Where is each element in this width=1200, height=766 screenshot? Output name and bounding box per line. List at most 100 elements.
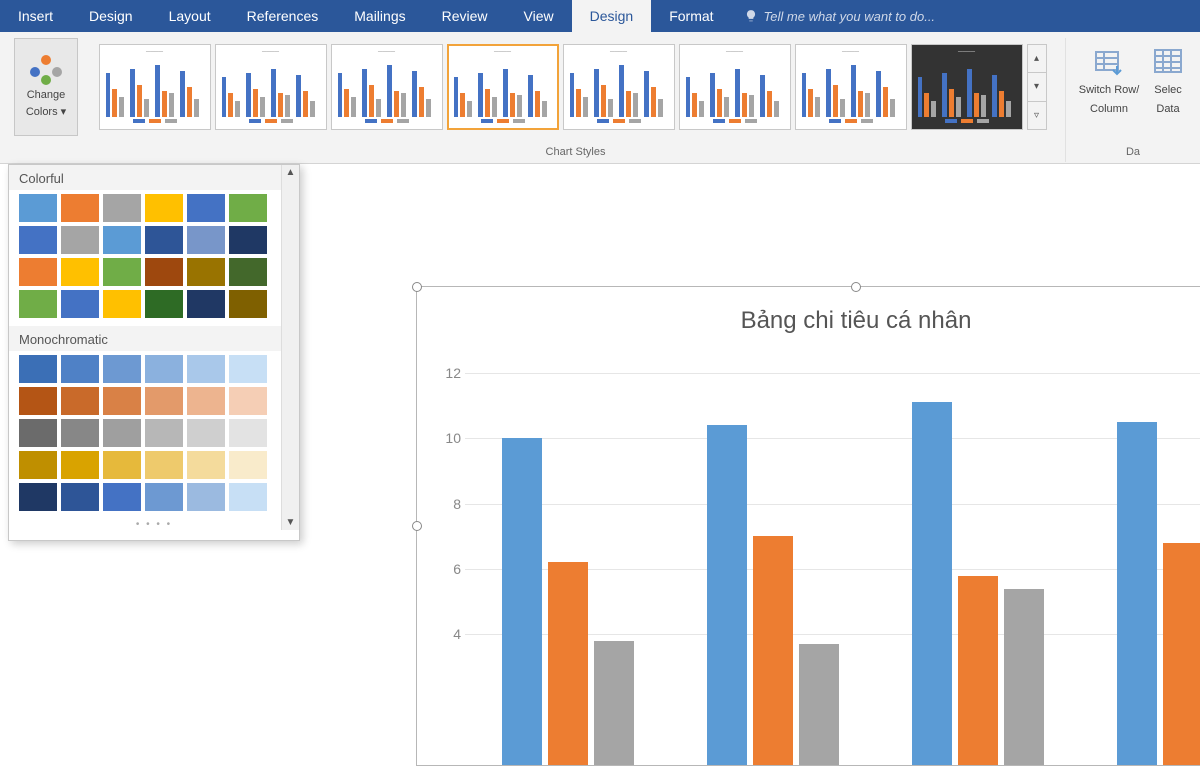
scroll-up-icon[interactable]: ▲ [286,167,296,178]
color-swatch[interactable] [103,258,141,286]
color-swatch[interactable] [187,355,225,383]
color-swatch[interactable] [145,258,183,286]
chart-style-thumb-1[interactable]: ──── [99,44,211,130]
color-swatch[interactable] [19,483,57,511]
chart-style-thumb-7[interactable]: ──── [795,44,907,130]
bar[interactable] [1004,589,1044,765]
color-swatch[interactable] [229,258,267,286]
color-swatch[interactable] [61,290,99,318]
color-swatch[interactable] [229,226,267,254]
color-swatch[interactable] [61,226,99,254]
color-swatch[interactable] [103,451,141,479]
color-swatch[interactable] [187,483,225,511]
bar[interactable] [958,576,998,765]
color-swatch[interactable] [229,290,267,318]
color-swatch[interactable] [145,355,183,383]
color-swatch[interactable] [19,194,57,222]
select-data-button[interactable]: Selec Data [1144,38,1192,136]
color-swatch[interactable] [19,290,57,318]
chart-style-thumb-4[interactable]: ──── [447,44,559,130]
color-swatch[interactable] [187,451,225,479]
select-data-label-2: Data [1156,103,1179,116]
color-swatch[interactable] [145,387,183,415]
color-swatch[interactable] [19,355,57,383]
color-swatch[interactable] [61,387,99,415]
tab-review[interactable]: Review [424,0,506,32]
change-colors-label-1: Change [27,89,66,102]
bar[interactable] [1163,543,1200,765]
tab-chart-design[interactable]: Design [572,0,652,32]
bar[interactable] [1117,422,1157,765]
color-swatch[interactable] [145,419,183,447]
bar[interactable] [753,536,793,765]
color-swatch[interactable] [145,194,183,222]
bar[interactable] [912,402,952,765]
color-swatch[interactable] [103,226,141,254]
color-swatch[interactable] [103,419,141,447]
color-swatch[interactable] [19,258,57,286]
color-swatch[interactable] [103,290,141,318]
color-swatch[interactable] [187,290,225,318]
bar[interactable] [707,425,747,765]
color-swatch[interactable] [187,226,225,254]
chart-style-thumb-3[interactable]: ──── [331,44,443,130]
color-swatch[interactable] [19,387,57,415]
color-swatch[interactable] [61,483,99,511]
tab-insert[interactable]: Insert [0,0,71,32]
color-swatch[interactable] [103,194,141,222]
chart-title[interactable]: Bảng chi tiêu cá nhân [417,307,1200,335]
color-swatch[interactable] [61,355,99,383]
resize-handle-top-left[interactable] [412,282,422,292]
scroll-down-icon[interactable]: ▼ [286,517,296,528]
color-swatch[interactable] [19,226,57,254]
tab-references[interactable]: References [229,0,337,32]
color-swatch[interactable] [145,226,183,254]
bar[interactable] [548,562,588,765]
color-swatch[interactable] [61,258,99,286]
color-swatch[interactable] [61,419,99,447]
color-swatch[interactable] [19,451,57,479]
color-swatch[interactable] [19,419,57,447]
chart-container[interactable]: Bảng chi tiêu cá nhân 4681012 [416,286,1200,766]
color-swatch[interactable] [187,194,225,222]
color-swatch[interactable] [145,483,183,511]
ribbon-tab-bar: Insert Design Layout References Mailings… [0,0,1200,32]
color-swatch[interactable] [229,451,267,479]
bar[interactable] [502,438,542,765]
color-swatch[interactable] [61,451,99,479]
switch-row-column-button[interactable]: Switch Row/ Column [1074,38,1144,136]
tab-chart-format[interactable]: Format [651,0,731,32]
bar[interactable] [594,641,634,765]
bar[interactable] [799,644,839,765]
color-swatch[interactable] [229,355,267,383]
tab-design[interactable]: Design [71,0,151,32]
tab-view[interactable]: View [506,0,572,32]
tell-me-search[interactable]: Tell me what you want to do... [732,0,1200,32]
tab-mailings[interactable]: Mailings [336,0,423,32]
color-swatch[interactable] [145,290,183,318]
tab-layout[interactable]: Layout [151,0,229,32]
chart-style-thumb-6[interactable]: ──── [679,44,791,130]
lightbulb-icon [744,9,758,23]
color-swatch[interactable] [145,451,183,479]
color-swatch[interactable] [187,419,225,447]
color-swatch[interactable] [229,483,267,511]
color-swatch[interactable] [103,483,141,511]
color-swatch[interactable] [103,387,141,415]
chart-style-thumb-2[interactable]: ──── [215,44,327,130]
chart-style-thumb-5[interactable]: ──── [563,44,675,130]
color-panel-scrollbar[interactable]: ▲ ▼ [281,165,299,530]
resize-handle-left[interactable] [412,521,422,531]
color-swatch[interactable] [229,387,267,415]
chart-styles-more-button[interactable]: ▴▾▿ [1027,44,1047,130]
change-colors-label-2: Colors ▾ [26,106,66,119]
color-swatch[interactable] [61,194,99,222]
color-swatch[interactable] [229,194,267,222]
change-colors-button[interactable]: Change Colors ▾ [14,38,78,136]
color-swatch[interactable] [187,387,225,415]
color-swatch[interactable] [103,355,141,383]
resize-handle-top[interactable] [851,282,861,292]
color-swatch[interactable] [187,258,225,286]
chart-style-thumb-8[interactable]: ──── [911,44,1023,130]
color-swatch[interactable] [229,419,267,447]
